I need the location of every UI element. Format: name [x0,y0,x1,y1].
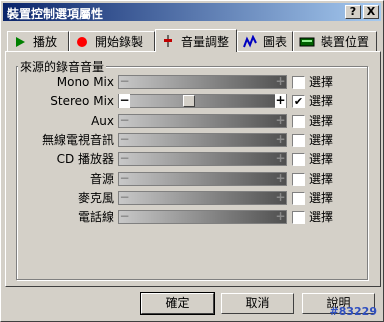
minus-icon: − [119,132,130,146]
select-checkbox[interactable] [292,211,305,224]
source-row: 音源 − + 選擇 [1,171,384,187]
cancel-button[interactable]: 取消 [221,293,294,314]
plus-icon: + [275,74,286,88]
minus-icon: − [119,74,130,88]
select-checkbox[interactable] [292,192,305,205]
tab-bar: 播放 開始錄製 音量調整 圖表 裝置位置 [5,29,381,52]
plus-icon: + [275,93,286,108]
play-icon [13,35,27,49]
plus-icon: + [275,151,286,165]
plus-icon: + [275,132,286,146]
select-checkbox[interactable] [292,115,305,128]
minus-icon: − [119,151,130,165]
source-row: 電話線 − + 選擇 [1,209,384,225]
record-icon [75,35,89,49]
tab-volume[interactable]: 音量調整 [155,29,237,52]
close-button[interactable]: X [363,5,379,19]
tab-playback[interactable]: 播放 [7,31,69,51]
title-bar[interactable]: 裝置控制選項屬性 ? X [3,3,381,21]
select-label: 選擇 [309,172,334,186]
source-label: 麥克風 [77,191,114,205]
source-label: 電話線 [77,210,114,224]
volume-slider: − + [118,75,287,89]
tab-label: 圖表 [263,35,288,49]
minus-icon: − [119,113,130,127]
select-label: 選擇 [309,133,334,147]
volume-slider: − + [118,172,287,186]
select-label: 選擇 [309,114,334,128]
select-label: 選擇 [309,94,334,108]
graph-icon [243,34,257,49]
tab-label: 裝置位置 [321,35,370,49]
tab-device[interactable]: 裝置位置 [293,31,377,51]
minus-icon: − [119,190,130,204]
minus-icon: − [119,93,130,108]
source-label: Aux [91,114,114,128]
select-label: 選擇 [309,191,334,205]
tab-record[interactable]: 開始錄製 [69,31,155,51]
source-row: Stereo Mix − + ✔ 選擇 [1,93,384,109]
watermark: #83229 [329,305,378,318]
select-label: 選擇 [309,75,334,89]
source-row: Mono Mix − + 選擇 [1,74,384,90]
tab-label: 音量調整 [181,34,230,49]
source-row: 無線電視音訊 − + 選擇 [1,132,384,148]
dialog-window: 裝置控制選項屬性 ? X 播放 開始錄製 音量調整 圖表 裝置位置 來源的錄音音… [0,0,384,322]
ok-button[interactable]: 確定 [140,292,215,315]
volume-slider: − + [118,133,287,147]
source-row: 麥克風 − + 選擇 [1,190,384,206]
mixer-icon [161,34,175,48]
volume-slider: − + [118,152,287,166]
select-label: 選擇 [309,210,334,224]
select-checkbox[interactable] [292,134,305,147]
tab-label: 開始錄製 [95,35,144,49]
window-title: 裝置控制選項屬性 [7,7,104,21]
tab-label: 播放 [33,35,58,49]
slider-thumb[interactable] [183,95,195,107]
group-title: 來源的錄音音量 [18,58,107,75]
source-row: CD 播放器 − + 選擇 [1,151,384,167]
select-checkbox[interactable]: ✔ [292,95,305,108]
select-checkbox[interactable] [292,153,305,166]
help-title-button[interactable]: ? [345,5,361,19]
plus-icon: + [275,209,286,223]
volume-slider: − + [118,191,287,205]
source-row: Aux − + 選擇 [1,113,384,129]
source-label: 音源 [89,172,114,186]
volume-slider: − + [118,114,287,128]
tab-graph[interactable]: 圖表 [237,31,293,51]
source-label: Mono Mix [56,75,114,89]
plus-icon: + [275,113,286,127]
select-checkbox[interactable] [292,173,305,186]
source-label: Stereo Mix [50,94,114,108]
select-checkbox[interactable] [292,76,305,89]
minus-icon: − [119,209,130,223]
plus-icon: + [275,190,286,204]
source-label: 無線電視音訊 [41,133,114,147]
volume-slider: − + [118,210,287,224]
source-label: CD 播放器 [56,152,114,166]
volume-slider[interactable]: − + [118,94,287,108]
device-icon [299,35,315,49]
select-label: 選擇 [309,152,334,166]
plus-icon: + [275,171,286,185]
minus-icon: − [119,171,130,185]
